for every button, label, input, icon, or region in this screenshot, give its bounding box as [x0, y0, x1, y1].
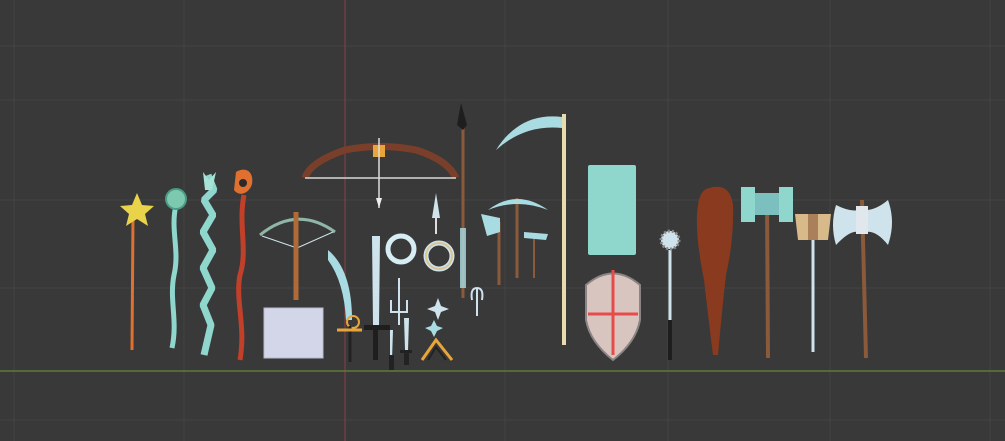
ring-icon[interactable] — [385, 233, 455, 272]
crossbow-icon[interactable] — [259, 212, 336, 300]
3d-viewport[interactable] — [0, 0, 1005, 441]
club-icon[interactable] — [696, 186, 734, 355]
star-staff-icon[interactable] — [120, 193, 154, 351]
dagger-icon[interactable] — [389, 318, 412, 370]
scythe-icon[interactable] — [496, 114, 566, 345]
crystal-staff-icon[interactable] — [199, 172, 218, 356]
axe-icon[interactable] — [795, 214, 831, 352]
morning-star-icon[interactable] — [659, 229, 681, 360]
hatchet-icon[interactable] — [481, 214, 548, 285]
trident-icon[interactable] — [390, 278, 408, 325]
kite-shield-icon[interactable] — [585, 270, 641, 362]
twin-hook-icon[interactable] — [470, 286, 484, 316]
fire-staff-icon[interactable] — [234, 169, 253, 361]
bow-icon[interactable] — [301, 138, 460, 208]
warhammer-icon[interactable] — [741, 187, 793, 359]
orb-staff-icon[interactable] — [165, 188, 187, 349]
kunai-icon[interactable] — [432, 193, 440, 234]
plane-icon[interactable] — [263, 307, 324, 359]
battle-axe-icon[interactable] — [833, 199, 892, 359]
shuriken-icon[interactable] — [420, 298, 454, 361]
sword-icon[interactable] — [364, 236, 390, 360]
tower-shield-icon[interactable] — [588, 165, 636, 255]
